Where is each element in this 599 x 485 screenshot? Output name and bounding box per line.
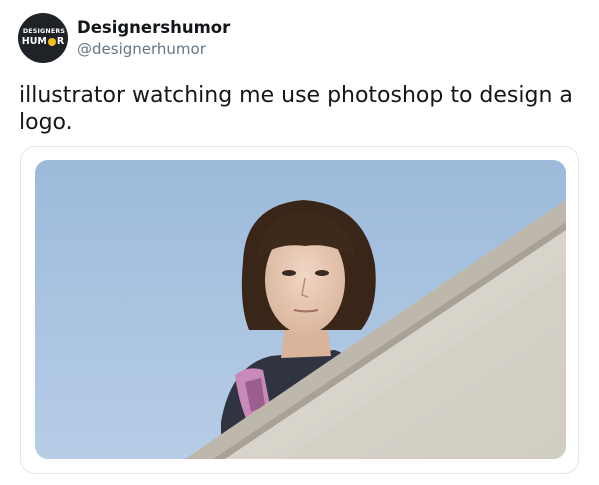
person-left-eye: [282, 270, 296, 276]
avatar[interactable]: DESIGNERS HUM R: [18, 13, 68, 63]
tweet-text: illustrator watching me use photoshop to…: [19, 83, 573, 135]
media-card[interactable]: [20, 146, 579, 474]
author-handle[interactable]: @designerhumor: [77, 39, 230, 59]
avatar-logo-text-left: HUM: [21, 36, 47, 48]
person-right-eye: [315, 270, 329, 276]
smiley-icon: [47, 38, 56, 47]
tweet-photo[interactable]: [35, 160, 566, 459]
photo-image: [35, 160, 566, 459]
avatar-logo-text-right: R: [56, 36, 65, 48]
avatar-logo-line2: HUM R: [22, 37, 64, 47]
tweet-header: DESIGNERS HUM R Designershumor @designerh…: [18, 13, 230, 63]
author-display-name[interactable]: Designershumor: [77, 18, 230, 38]
avatar-logo-line1: DESIGNERS: [22, 28, 66, 36]
author-names: Designershumor @designerhumor: [77, 18, 230, 59]
tweet-screenshot: DESIGNERS HUM R Designershumor @designerh…: [0, 0, 599, 485]
